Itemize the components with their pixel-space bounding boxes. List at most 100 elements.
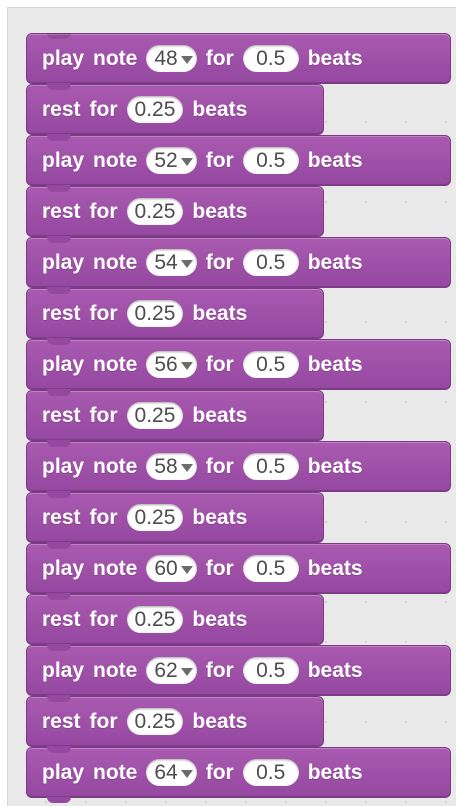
beats-input[interactable]: 0.25 bbox=[126, 198, 184, 225]
note-label: note bbox=[93, 148, 138, 172]
note-value: 62 bbox=[154, 658, 178, 682]
beats-input[interactable]: 0.25 bbox=[126, 402, 184, 429]
rest-label: rest bbox=[42, 709, 81, 733]
play-note-block[interactable]: play note 62 for 0.5 beats bbox=[26, 645, 451, 701]
beats-label: beats bbox=[307, 556, 363, 580]
note-label: note bbox=[93, 556, 138, 580]
beats-input[interactable]: 0.25 bbox=[126, 606, 184, 633]
note-value: 56 bbox=[154, 352, 178, 376]
script-stack[interactable]: play note 48 for 0.5 beats rest for 0.25… bbox=[26, 33, 451, 803]
for-label: for bbox=[205, 760, 234, 784]
note-label: note bbox=[93, 658, 138, 682]
beats-label: beats bbox=[307, 760, 363, 784]
for-label: for bbox=[89, 97, 118, 121]
rest-label: rest bbox=[42, 97, 81, 121]
rest-label: rest bbox=[42, 199, 81, 223]
note-label: note bbox=[93, 46, 138, 70]
rest-block[interactable]: rest for 0.25 beats bbox=[26, 186, 324, 242]
beats-label: beats bbox=[192, 505, 248, 529]
play-label: play bbox=[42, 556, 85, 580]
beats-input[interactable]: 0.5 bbox=[242, 657, 299, 684]
beats-label: beats bbox=[307, 352, 363, 376]
rest-label: rest bbox=[42, 403, 81, 427]
rest-block[interactable]: rest for 0.25 beats bbox=[26, 492, 324, 548]
note-dropdown[interactable]: 48 bbox=[146, 45, 197, 72]
note-dropdown[interactable]: 62 bbox=[146, 657, 197, 684]
play-label: play bbox=[42, 250, 85, 274]
beats-label: beats bbox=[192, 301, 248, 325]
play-label: play bbox=[42, 658, 85, 682]
rest-label: rest bbox=[42, 301, 81, 325]
for-label: for bbox=[205, 556, 234, 580]
rest-block[interactable]: rest for 0.25 beats bbox=[26, 288, 324, 344]
play-note-block[interactable]: play note 56 for 0.5 beats bbox=[26, 339, 451, 395]
rest-label: rest bbox=[42, 607, 81, 631]
note-value: 58 bbox=[154, 454, 178, 478]
beats-input[interactable]: 0.25 bbox=[126, 96, 184, 123]
play-label: play bbox=[42, 352, 85, 376]
note-dropdown[interactable]: 58 bbox=[146, 453, 197, 480]
for-label: for bbox=[205, 148, 234, 172]
note-label: note bbox=[93, 760, 138, 784]
for-label: for bbox=[89, 607, 118, 631]
rest-block[interactable]: rest for 0.25 beats bbox=[26, 696, 324, 752]
dropdown-arrow-icon bbox=[180, 667, 193, 676]
play-note-block[interactable]: play note 58 for 0.5 beats bbox=[26, 441, 451, 497]
play-label: play bbox=[42, 46, 85, 70]
play-note-block[interactable]: play note 48 for 0.5 beats bbox=[26, 33, 451, 89]
play-note-block[interactable]: play note 60 for 0.5 beats bbox=[26, 543, 451, 599]
dropdown-arrow-icon bbox=[180, 769, 193, 778]
beats-label: beats bbox=[307, 250, 363, 274]
for-label: for bbox=[205, 352, 234, 376]
beats-input[interactable]: 0.5 bbox=[242, 147, 299, 174]
note-label: note bbox=[93, 250, 138, 274]
for-label: for bbox=[89, 505, 118, 529]
dropdown-arrow-icon bbox=[180, 157, 193, 166]
note-dropdown[interactable]: 60 bbox=[146, 555, 197, 582]
beats-label: beats bbox=[307, 658, 363, 682]
play-label: play bbox=[42, 148, 85, 172]
beats-label: beats bbox=[192, 199, 248, 223]
note-dropdown[interactable]: 56 bbox=[146, 351, 197, 378]
beats-input[interactable]: 0.5 bbox=[242, 351, 299, 378]
beats-input[interactable]: 0.25 bbox=[126, 504, 184, 531]
for-label: for bbox=[89, 301, 118, 325]
beats-input[interactable]: 0.5 bbox=[242, 453, 299, 480]
rest-label: rest bbox=[42, 505, 81, 529]
rest-block[interactable]: rest for 0.25 beats bbox=[26, 84, 324, 140]
beats-input[interactable]: 0.25 bbox=[126, 300, 184, 327]
rest-block[interactable]: rest for 0.25 beats bbox=[26, 390, 324, 446]
beats-label: beats bbox=[192, 607, 248, 631]
note-value: 54 bbox=[154, 250, 178, 274]
note-label: note bbox=[93, 352, 138, 376]
beats-input[interactable]: 0.5 bbox=[242, 249, 299, 276]
note-dropdown[interactable]: 64 bbox=[146, 759, 197, 786]
for-label: for bbox=[89, 709, 118, 733]
dropdown-arrow-icon bbox=[180, 361, 193, 370]
beats-label: beats bbox=[307, 46, 363, 70]
for-label: for bbox=[89, 199, 118, 223]
note-value: 52 bbox=[154, 148, 178, 172]
beats-label: beats bbox=[307, 148, 363, 172]
play-note-block[interactable]: play note 52 for 0.5 beats bbox=[26, 135, 451, 191]
beats-label: beats bbox=[307, 454, 363, 478]
note-value: 48 bbox=[154, 46, 178, 70]
beats-label: beats bbox=[192, 97, 248, 121]
scripts-area[interactable]: play note 48 for 0.5 beats rest for 0.25… bbox=[7, 7, 456, 806]
play-note-block[interactable]: play note 64 for 0.5 beats bbox=[26, 747, 451, 803]
beats-input[interactable]: 0.5 bbox=[242, 555, 299, 582]
note-dropdown[interactable]: 52 bbox=[146, 147, 197, 174]
note-value: 60 bbox=[154, 556, 178, 580]
beats-input[interactable]: 0.5 bbox=[242, 45, 299, 72]
dropdown-arrow-icon bbox=[180, 55, 193, 64]
play-note-block[interactable]: play note 54 for 0.5 beats bbox=[26, 237, 451, 293]
note-label: note bbox=[93, 454, 138, 478]
beats-label: beats bbox=[192, 709, 248, 733]
for-label: for bbox=[89, 403, 118, 427]
dropdown-arrow-icon bbox=[180, 259, 193, 268]
for-label: for bbox=[205, 454, 234, 478]
rest-block[interactable]: rest for 0.25 beats bbox=[26, 594, 324, 650]
beats-input[interactable]: 0.5 bbox=[242, 759, 299, 786]
note-dropdown[interactable]: 54 bbox=[146, 249, 197, 276]
beats-input[interactable]: 0.25 bbox=[126, 708, 184, 735]
